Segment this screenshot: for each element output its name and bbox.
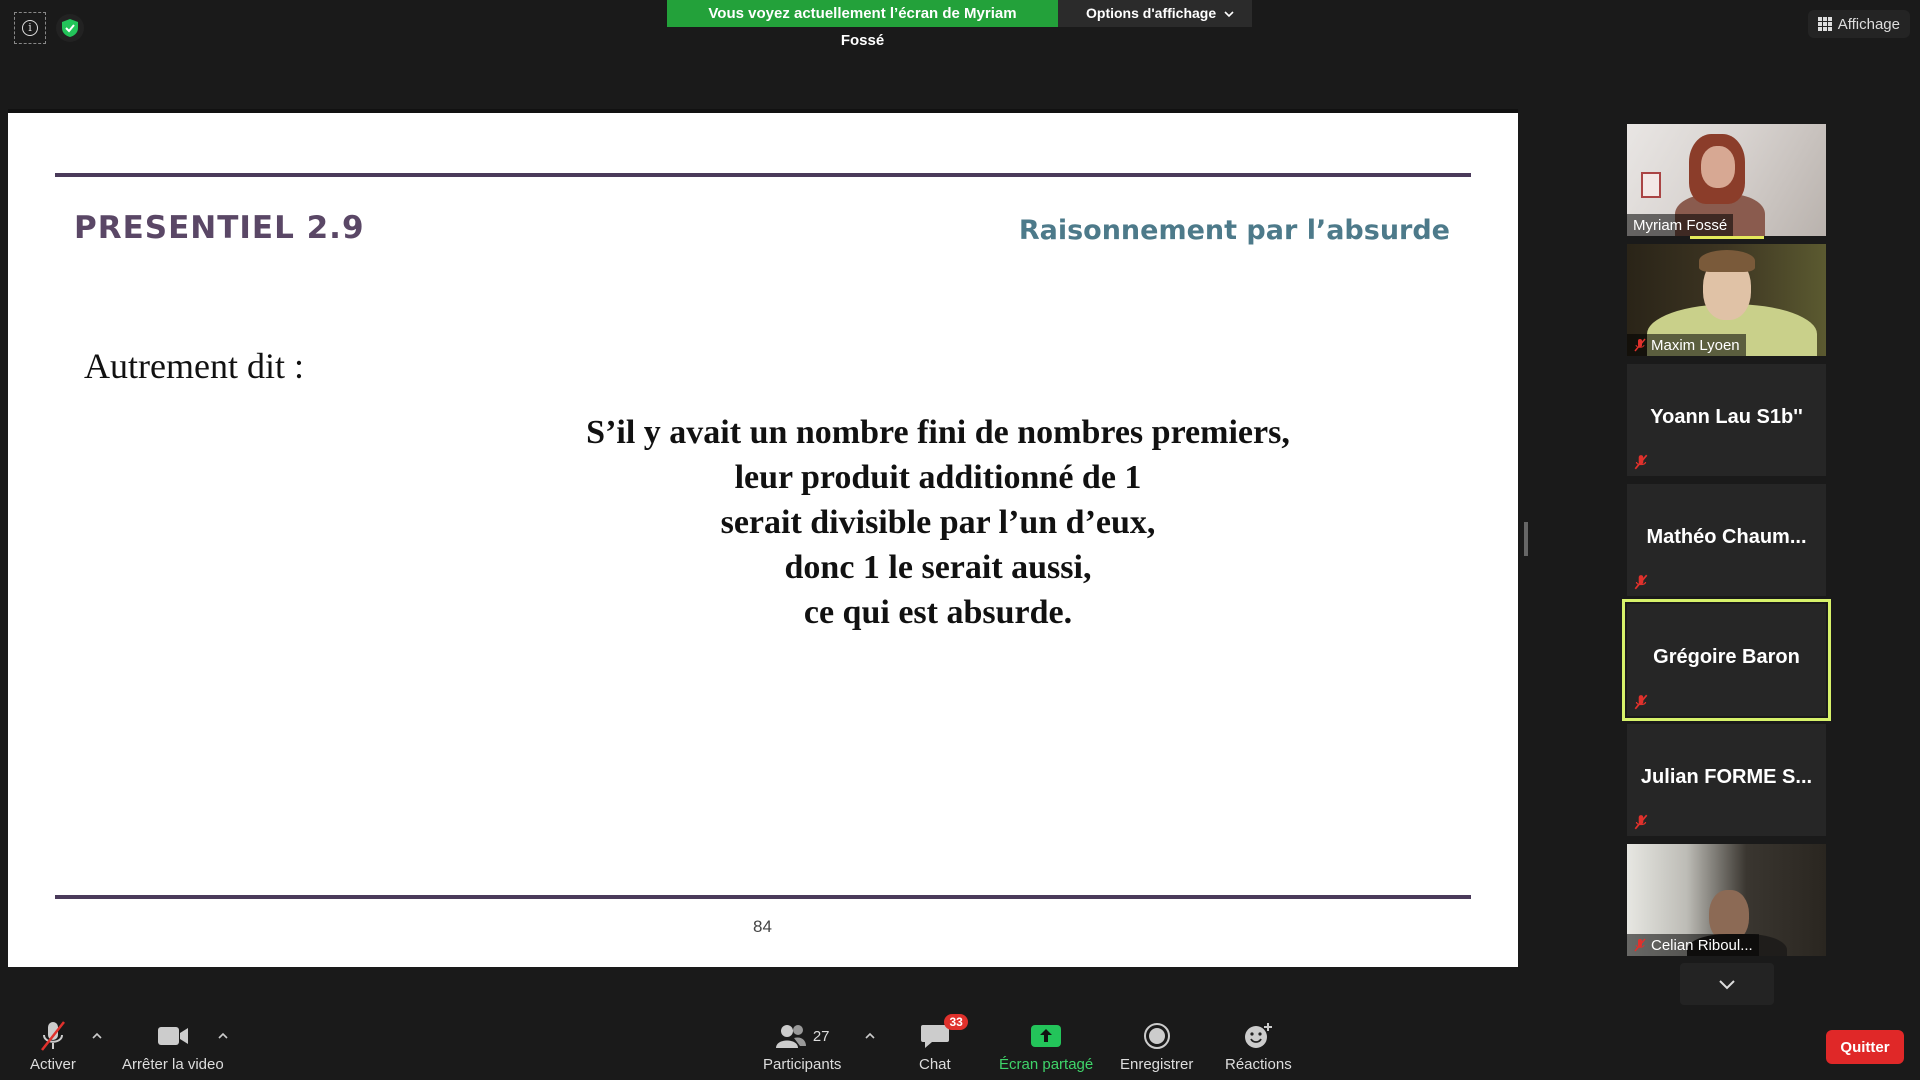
slide-page-number: 84 <box>753 917 772 936</box>
participant-name: Celian Riboul... <box>1651 936 1753 954</box>
participants-icon <box>775 1025 806 1048</box>
participant-tile-active-speaker[interactable]: Grégoire Baron <box>1622 599 1831 721</box>
slide-bottom-rule <box>55 895 1471 899</box>
mic-muted-icon <box>1634 574 1648 590</box>
mic-muted-icon <box>1634 814 1648 830</box>
participant-name: Myriam Fossé <box>1633 216 1728 234</box>
participant-name: Mathéo Chaum... <box>1646 526 1807 548</box>
participant-name: Julian FORME S... <box>1640 766 1813 788</box>
participant-tile[interactable]: Maxim Lyoen <box>1627 244 1826 356</box>
video-camera-icon <box>157 1027 188 1045</box>
chat-unread-badge: 33 <box>944 1014 968 1030</box>
mic-muted-icon <box>1634 694 1648 710</box>
view-options-button[interactable]: Options d'affichage <box>1058 0 1252 27</box>
chat-button[interactable]: 33 Chat <box>919 1014 968 1073</box>
mic-muted-icon <box>1634 338 1646 352</box>
participants-count: 27 <box>812 1027 830 1045</box>
video-options-caret-icon[interactable] <box>218 1032 228 1040</box>
stop-video-label: Arrêter la video <box>122 1056 224 1073</box>
share-message: Vous voyez actuellement l’écran de Myria… <box>667 0 1058 49</box>
share-screen-icon <box>1031 1025 1062 1047</box>
slide-topic: Raisonnement par l’absurde <box>1018 215 1450 246</box>
quit-button[interactable]: Quitter <box>1826 1030 1904 1064</box>
panel-resize-handle[interactable] <box>1524 522 1528 556</box>
participant-name: Grégoire Baron <box>1653 646 1800 668</box>
reactions-label: Réactions <box>1225 1056 1292 1073</box>
reactions-button[interactable]: Réactions <box>1225 1020 1292 1073</box>
slide-body-line: S’il y avait un nombre fini de nombres p… <box>586 414 1290 451</box>
top-left-controls: i <box>14 12 84 44</box>
record-label: Enregistrer <box>1120 1056 1194 1073</box>
slide-top-rule <box>55 173 1471 177</box>
slide-body-line: ce qui est absurde. <box>803 594 1073 631</box>
participants-button[interactable]: 27 Participants <box>763 1020 841 1073</box>
slide-subheading: Autrement dit : <box>84 346 304 386</box>
audio-options-caret-icon[interactable] <box>92 1032 102 1040</box>
view-button-label: Affichage <box>1837 15 1900 33</box>
share-screen-button[interactable]: Écran partagé <box>999 1020 1093 1073</box>
slide-body: S’il y avait un nombre fini de nombres p… <box>508 410 1368 635</box>
mic-muted-icon <box>1634 454 1648 470</box>
meeting-toolbar: Activer Arrêter la video 27 Participants… <box>0 1010 1920 1080</box>
grid-icon <box>1817 17 1832 31</box>
participants-options-caret-icon[interactable] <box>865 1032 875 1040</box>
emoji-plus-icon <box>1245 1023 1273 1048</box>
info-icon[interactable]: i <box>14 12 46 44</box>
slide-body-line: serait divisible par l’un d’eux, <box>720 504 1156 541</box>
participant-tile[interactable]: Julian FORME S... <box>1627 724 1826 836</box>
participant-caption: Celian Riboul... <box>1627 934 1759 956</box>
chevron-down-icon <box>1719 980 1735 990</box>
participant-tile[interactable]: Mathéo Chaum... <box>1627 484 1826 596</box>
speaking-indicator <box>1690 236 1764 239</box>
share-banner: Vous voyez actuellement l’écran de Myria… <box>667 0 1252 49</box>
shared-screen: PRESENTIEL 2.9 Raisonnement par l’absurd… <box>8 109 1518 967</box>
participant-caption: Maxim Lyoen <box>1627 334 1746 356</box>
stop-video-button[interactable]: Arrêter la video <box>122 1020 224 1073</box>
participant-tile[interactable]: Yoann Lau S1b'' <box>1627 364 1826 476</box>
slide-body-line: leur produit additionné de 1 <box>734 459 1142 496</box>
more-participants-button[interactable] <box>1680 963 1774 1005</box>
view-button[interactable]: Affichage <box>1807 10 1910 38</box>
participant-tile[interactable]: Celian Riboul... <box>1627 844 1826 956</box>
view-options-label: Options d'affichage <box>1086 5 1217 21</box>
chat-label: Chat <box>919 1056 951 1073</box>
slide-body-line: donc 1 le serait aussi, <box>784 549 1092 586</box>
participant-name: Yoann Lau S1b'' <box>1650 406 1803 428</box>
mic-muted-icon <box>1634 938 1646 952</box>
share-screen-label: Écran partagé <box>999 1056 1094 1073</box>
chevron-down-icon <box>1224 10 1234 17</box>
record-button[interactable]: Enregistrer <box>1120 1020 1193 1073</box>
record-icon <box>1143 1023 1170 1049</box>
participant-tile[interactable]: Myriam Fossé <box>1627 124 1826 236</box>
shield-icon[interactable] <box>56 14 84 42</box>
mic-muted-icon <box>40 1021 65 1051</box>
slide-heading: PRESENTIEL 2.9 <box>74 210 365 246</box>
mute-label: Activer <box>30 1056 76 1073</box>
participant-name: Maxim Lyoen <box>1651 336 1740 354</box>
participants-label: Participants <box>763 1056 842 1073</box>
participant-caption: Myriam Fossé <box>1627 214 1734 236</box>
mute-button[interactable]: Activer <box>30 1020 76 1073</box>
